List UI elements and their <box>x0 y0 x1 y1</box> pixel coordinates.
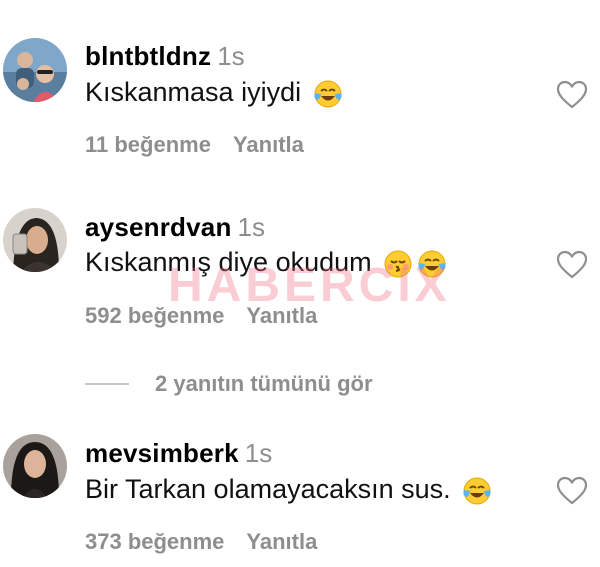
comment-meta: 11 beğenme Yanıtla <box>85 132 304 158</box>
heart-outline-icon[interactable] <box>556 80 588 110</box>
like-count[interactable]: 592 beğenme <box>85 303 224 328</box>
reply-button[interactable]: Yanıtla <box>233 132 304 157</box>
tears-of-joy-emoji-icon <box>462 476 492 506</box>
comment-meta: 373 beğenme Yanıtla <box>85 529 317 555</box>
username[interactable]: aysenrdvan <box>85 212 232 242</box>
comment-body: Kıskanmasa iyiydi <box>85 77 302 107</box>
timestamp: 1s <box>237 212 265 242</box>
comment-body: Kıskanmış diye okudum <box>85 247 372 277</box>
replies-divider <box>85 383 129 385</box>
comment-header: aysenrdvan 1s <box>85 212 265 243</box>
comment-text: Kıskanmasa iyiydi <box>85 77 343 109</box>
view-replies-label: 2 yanıtın tümünü gör <box>155 371 373 396</box>
avatar[interactable] <box>3 208 67 272</box>
timestamp: 1s <box>244 438 273 468</box>
comments-section: blntbtldnz 1s Kıskanmasa iyiydi 11 beğenm… <box>0 0 600 567</box>
comment-text: Kıskanmış diye okudum <box>85 247 447 279</box>
username[interactable]: mevsimberk <box>85 438 239 468</box>
comment-body: Bir Tarkan olamayacaksın sus. <box>85 474 451 504</box>
comment-header: blntbtldnz 1s <box>85 41 245 72</box>
avatar[interactable] <box>3 434 67 498</box>
comment-header: mevsimberk 1s <box>85 438 272 469</box>
like-count[interactable]: 11 beğenme <box>85 132 211 157</box>
tears-of-joy-emoji-icon <box>313 79 343 109</box>
comment-meta: 592 beğenme Yanıtla <box>85 303 317 329</box>
username[interactable]: blntbtldnz <box>85 41 211 71</box>
tears-of-joy-emoji-icon <box>417 249 447 279</box>
reply-button[interactable]: Yanıtla <box>246 529 317 554</box>
heart-outline-icon[interactable] <box>556 250 588 280</box>
like-count[interactable]: 373 beğenme <box>85 529 224 554</box>
comment-text: Bir Tarkan olamayacaksın sus. <box>85 474 492 506</box>
reply-button[interactable]: Yanıtla <box>246 303 317 328</box>
heart-outline-icon[interactable] <box>556 476 588 506</box>
view-replies-link[interactable]: 2 yanıtın tümünü gör <box>85 371 373 396</box>
timestamp: 1s <box>217 41 245 71</box>
kissing-closed-eyes-emoji-icon <box>383 249 413 279</box>
avatar[interactable] <box>3 38 67 102</box>
